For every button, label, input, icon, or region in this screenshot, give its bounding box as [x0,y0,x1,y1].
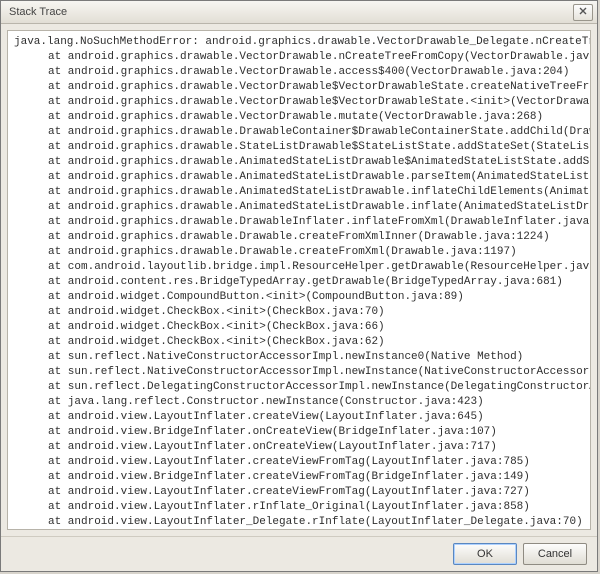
stack-frame: at android.view.LayoutInflater.createVie… [14,410,584,425]
stack-trace-dialog: Stack Trace java.lang.NoSuchMethodError:… [0,0,598,572]
stack-frame: at android.widget.CheckBox.<init>(CheckB… [14,335,584,350]
stack-trace-textarea[interactable]: java.lang.NoSuchMethodError: android.gra… [7,30,591,530]
stack-frame: at android.graphics.drawable.VectorDrawa… [14,65,584,80]
stack-frame: at android.view.LayoutInflater.createVie… [14,455,584,470]
button-bar: OK Cancel [1,536,597,571]
stack-frame: at android.view.LayoutInflater.createVie… [14,485,584,500]
stack-frame: at android.view.BridgeInflater.onCreateV… [14,425,584,440]
stack-frame: at android.view.LayoutInflater_Delegate.… [14,515,584,530]
stack-frame: at sun.reflect.DelegatingConstructorAcce… [14,380,584,395]
window-close-button[interactable] [573,4,593,21]
stack-frame: at android.graphics.drawable.AnimatedSta… [14,200,584,215]
stack-frame: at android.graphics.drawable.AnimatedSta… [14,170,584,185]
stack-frame: at android.widget.CheckBox.<init>(CheckB… [14,305,584,320]
ok-button[interactable]: OK [453,543,517,565]
stack-frame: at android.view.LayoutInflater.rInflate_… [14,500,584,515]
stack-frame: at sun.reflect.NativeConstructorAccessor… [14,350,584,365]
close-icon [579,6,587,18]
stack-frame: at android.content.res.BridgeTypedArray.… [14,275,584,290]
title-bar: Stack Trace [1,1,597,24]
error-line: java.lang.NoSuchMethodError: android.gra… [14,35,584,50]
stack-frame: at android.graphics.drawable.Drawable.cr… [14,230,584,245]
stack-frame: at com.android.layoutlib.bridge.impl.Res… [14,260,584,275]
cancel-button[interactable]: Cancel [523,543,587,565]
stack-frame: at java.lang.reflect.Constructor.newInst… [14,395,584,410]
stack-frame: at android.widget.CompoundButton.<init>(… [14,290,584,305]
stack-frame: at android.graphics.drawable.VectorDrawa… [14,80,584,95]
stack-frame: at sun.reflect.NativeConstructorAccessor… [14,365,584,380]
stack-frame: at android.view.BridgeInflater.createVie… [14,470,584,485]
stack-frame: at android.graphics.drawable.StateListDr… [14,140,584,155]
stack-frame: at android.widget.CheckBox.<init>(CheckB… [14,320,584,335]
stack-frame: at android.graphics.drawable.VectorDrawa… [14,50,584,65]
stack-frame: at android.graphics.drawable.DrawableCon… [14,125,584,140]
window-title: Stack Trace [9,6,573,18]
stack-frame: at android.graphics.drawable.Drawable.cr… [14,245,584,260]
stack-frame: at android.graphics.drawable.VectorDrawa… [14,110,584,125]
stack-frame: at android.graphics.drawable.AnimatedSta… [14,155,584,170]
stack-frame: at android.graphics.drawable.VectorDrawa… [14,95,584,110]
stack-frame: at android.view.LayoutInflater.onCreateV… [14,440,584,455]
stack-frame: at android.graphics.drawable.AnimatedSta… [14,185,584,200]
stack-frame: at android.graphics.drawable.DrawableInf… [14,215,584,230]
